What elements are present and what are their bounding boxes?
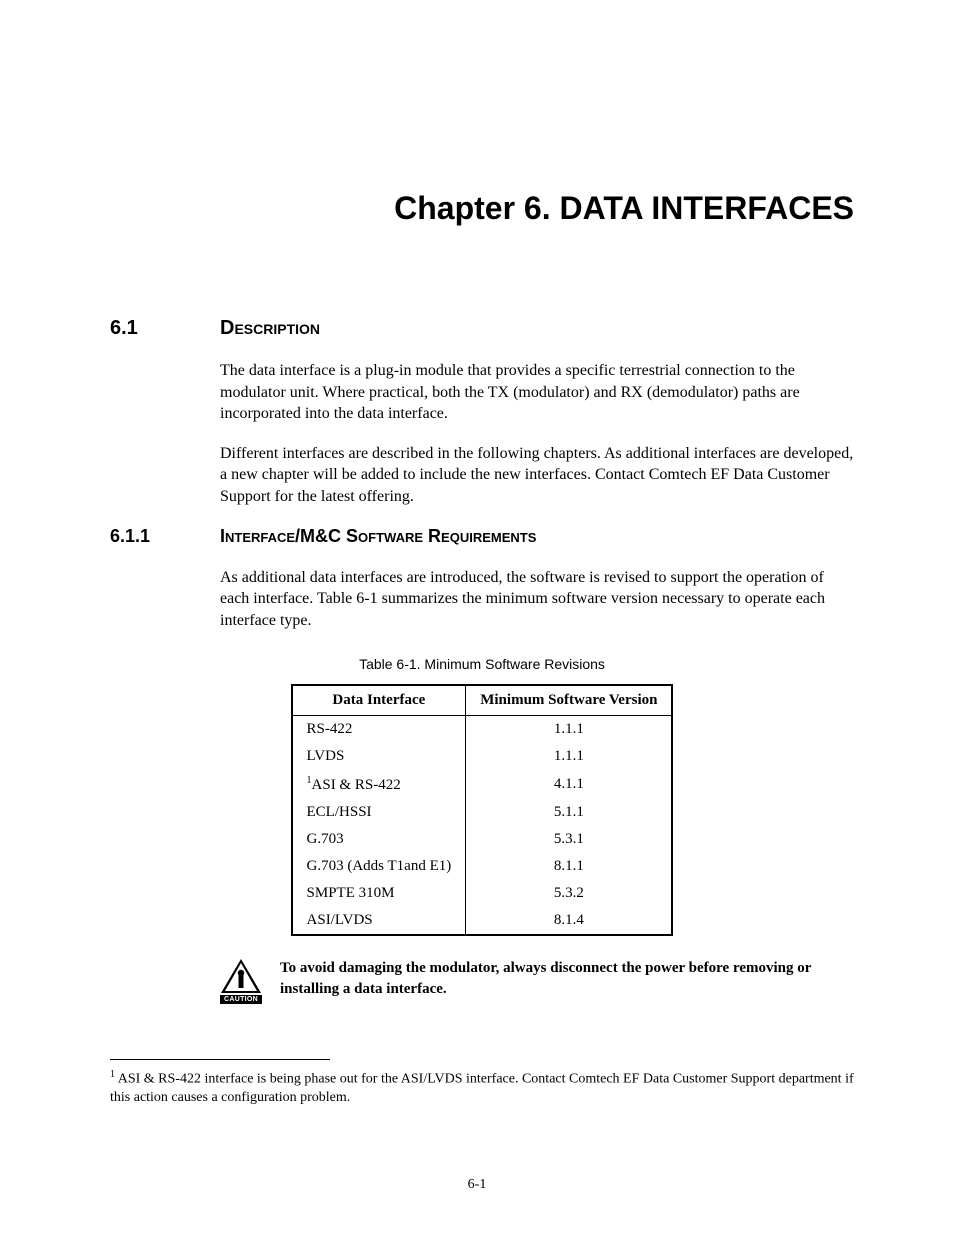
caution-label: CAUTION: [220, 995, 262, 1004]
table-cell-version: 8.1.4: [466, 907, 673, 935]
table-cell-version: 8.1.1: [466, 853, 673, 880]
section-6-1-para1: The data interface is a plug-in module t…: [220, 360, 854, 425]
caution-block: CAUTION To avoid damaging the modulator,…: [220, 958, 854, 1004]
table-cell-version: 5.1.1: [466, 799, 673, 826]
subsection-number: 6.1.1: [110, 526, 220, 547]
chapter-title: Chapter 6. DATA INTERFACES: [110, 190, 854, 227]
table-row: SMPTE 310M5.3.2: [292, 880, 673, 907]
table-row: ECL/HSSI5.1.1: [292, 799, 673, 826]
table-cell-interface: ECL/HSSI: [292, 799, 466, 826]
table-row: RS-4221.1.1: [292, 716, 673, 744]
table-caption: Table 6-1. Minimum Software Revisions: [110, 656, 854, 672]
table-row: G.7035.3.1: [292, 826, 673, 853]
table-cell-interface: G.703: [292, 826, 466, 853]
table-header-version: Minimum Software Version: [466, 685, 673, 716]
section-6-1-1-para1: As additional data interfaces are introd…: [220, 567, 854, 632]
table-cell-interface: G.703 (Adds T1and E1): [292, 853, 466, 880]
table-cell-interface: ASI/LVDS: [292, 907, 466, 935]
table-cell-interface: LVDS: [292, 743, 466, 770]
table-cell-version: 5.3.1: [466, 826, 673, 853]
subsection-title: Interface/M&C Software Requirements: [220, 526, 536, 547]
table-cell-version: 4.1.1: [466, 770, 673, 799]
footnote-text: 1 ASI & RS-422 interface is being phase …: [110, 1068, 854, 1107]
section-6-1-1-header: 6.1.1 Interface/M&C Software Requirement…: [110, 526, 854, 547]
page-number: 6-1: [0, 1177, 954, 1193]
table-cell-interface: 1ASI & RS-422: [292, 770, 466, 799]
section-6-1-para2: Different interfaces are described in th…: [220, 443, 854, 508]
table-row: LVDS1.1.1: [292, 743, 673, 770]
caution-text: To avoid damaging the modulator, always …: [280, 958, 854, 999]
table-header-interface: Data Interface: [292, 685, 466, 716]
section-title: Description: [220, 317, 320, 340]
footnote-separator: [110, 1059, 330, 1060]
table-cell-interface: SMPTE 310M: [292, 880, 466, 907]
table-cell-version: 1.1.1: [466, 743, 673, 770]
table-row: ASI/LVDS8.1.4: [292, 907, 673, 935]
table-cell-interface: RS-422: [292, 716, 466, 744]
software-revisions-table: Data Interface Minimum Software Version …: [291, 684, 674, 936]
caution-icon: CAUTION: [220, 958, 262, 1004]
section-number: 6.1: [110, 317, 220, 340]
section-6-1-header: 6.1 Description: [110, 317, 854, 340]
table-row: 1ASI & RS-4224.1.1: [292, 770, 673, 799]
table-row: G.703 (Adds T1and E1)8.1.1: [292, 853, 673, 880]
table-cell-version: 1.1.1: [466, 716, 673, 744]
table-cell-version: 5.3.2: [466, 880, 673, 907]
